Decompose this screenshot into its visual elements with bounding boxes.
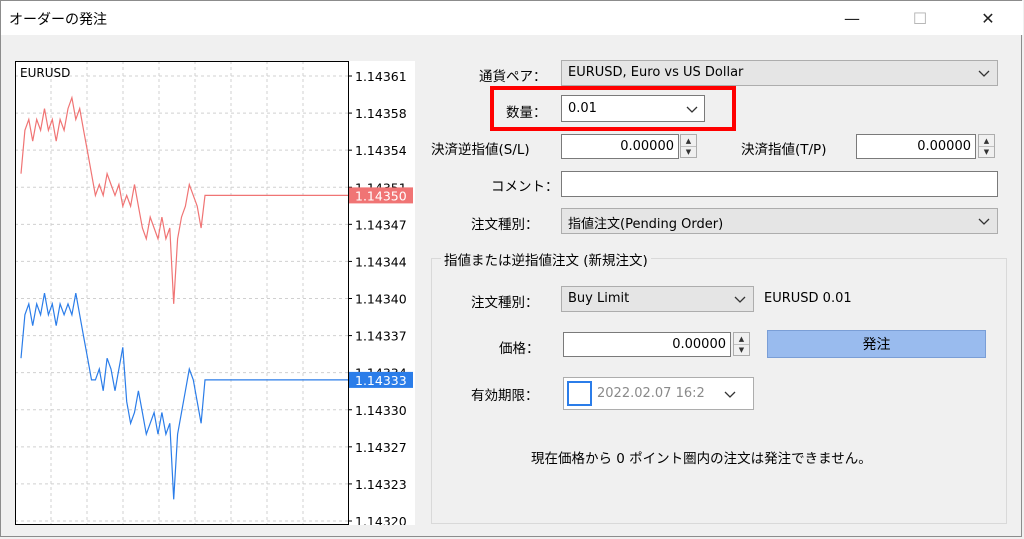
arrow-down-icon[interactable]: ▼ (734, 344, 749, 355)
y-tick-label: 1.14340 (355, 292, 407, 307)
arrow-down-icon[interactable]: ▼ (681, 146, 696, 157)
order-dialog: オーダーの発注 — ☐ ✕ EURUSD 1.14361 1.14358 1.143… (0, 0, 1023, 537)
symbol-volume-info: EURUSD 0.01 (764, 291, 852, 306)
price-value: 0.00000 (672, 337, 726, 352)
arrow-down-icon[interactable]: ▼ (979, 146, 994, 157)
y-tick-label: 1.14354 (355, 143, 407, 158)
order-type-select[interactable]: 指値注文(Pending Order) (561, 208, 998, 234)
price-label: 価格： (499, 341, 540, 357)
tp-input[interactable]: 0.00000 (856, 134, 976, 159)
sl-input[interactable]: 0.00000 (561, 134, 679, 159)
y-tick-label: 1.14327 (355, 440, 407, 455)
pending-group-title: 指値または逆指値注文 (新規注文) (441, 249, 651, 269)
y-tick-label: 1.14323 (355, 477, 407, 492)
maximize-button[interactable]: ☐ (897, 1, 943, 35)
title-bar: オーダーの発注 — ☐ ✕ (1, 1, 1023, 35)
sl-spinner[interactable]: ▲ ▼ (680, 134, 697, 158)
chart-symbol: EURUSD (20, 66, 70, 80)
comment-label: コメント： (491, 179, 559, 195)
place-order-button[interactable]: 発注 (767, 330, 986, 358)
pending-note: 現在価格から 0 ポイント圏内の注文は発注できません。 (531, 451, 872, 467)
tick-chart: EURUSD 1.143611.143581.143541.143511.143… (15, 61, 415, 529)
tp-spinner[interactable]: ▲ ▼ (978, 134, 995, 158)
y-tick-label: 1.14337 (355, 329, 407, 344)
comment-input[interactable] (561, 171, 998, 197)
minimize-button[interactable]: — (829, 1, 875, 35)
price-input[interactable]: 0.00000 (563, 332, 731, 357)
chevron-down-icon (978, 70, 990, 77)
y-tick-label: 1.14361 (355, 69, 407, 84)
sl-label: 決済逆指値(S/L) (431, 142, 530, 158)
close-button[interactable]: ✕ (965, 1, 1011, 35)
pending-type-value: Buy Limit (568, 291, 630, 306)
y-tick-label: 1.14330 (355, 403, 407, 418)
price-spinner[interactable]: ▲ ▼ (733, 332, 750, 356)
ask-series-line (20, 292, 348, 500)
pair-select[interactable]: EURUSD, Euro vs US Dollar (561, 60, 998, 86)
expiry-label: 有効期限： (471, 388, 539, 404)
window-title: オーダーの発注 (9, 12, 107, 28)
sl-value: 0.00000 (620, 139, 674, 154)
chevron-down-icon (686, 106, 698, 113)
volume-value: 0.01 (568, 101, 597, 116)
order-type-label: 注文種別： (471, 217, 539, 233)
pair-label: 通貨ペア： (479, 69, 547, 85)
bid-series-line (20, 95, 348, 304)
chevron-down-icon (724, 391, 736, 398)
tp-label: 決済指値(T/P) (741, 142, 827, 158)
tp-value: 0.00000 (917, 139, 971, 154)
y-tick-label: 1.14320 (355, 514, 407, 525)
pending-type-select[interactable]: Buy Limit (561, 286, 754, 312)
order-type-value: 指値注文(Pending Order) (568, 217, 724, 232)
y-tick-label: 1.14358 (355, 106, 407, 121)
tick-chart-svg: EURUSD 1.143611.143581.143541.143511.143… (15, 61, 413, 529)
pair-value: EURUSD, Euro vs US Dollar (568, 65, 744, 80)
bid-price-tag: 1.14350 (355, 188, 407, 203)
pending-type-label: 注文種別： (471, 295, 539, 311)
chevron-down-icon (734, 296, 746, 303)
expiry-picker[interactable]: 2022.02.07 16:2 (563, 377, 754, 410)
volume-select[interactable]: 0.01 (561, 95, 705, 122)
y-tick-label: 1.14344 (355, 254, 407, 269)
y-tick-label: 1.14347 (355, 217, 407, 232)
ask-price-tag: 1.14333 (355, 373, 407, 388)
chevron-down-icon (978, 218, 990, 225)
expiry-value: 2022.02.07 16:2 (597, 386, 705, 401)
expiry-checkbox[interactable] (567, 381, 592, 406)
plot-frame (15, 61, 349, 525)
